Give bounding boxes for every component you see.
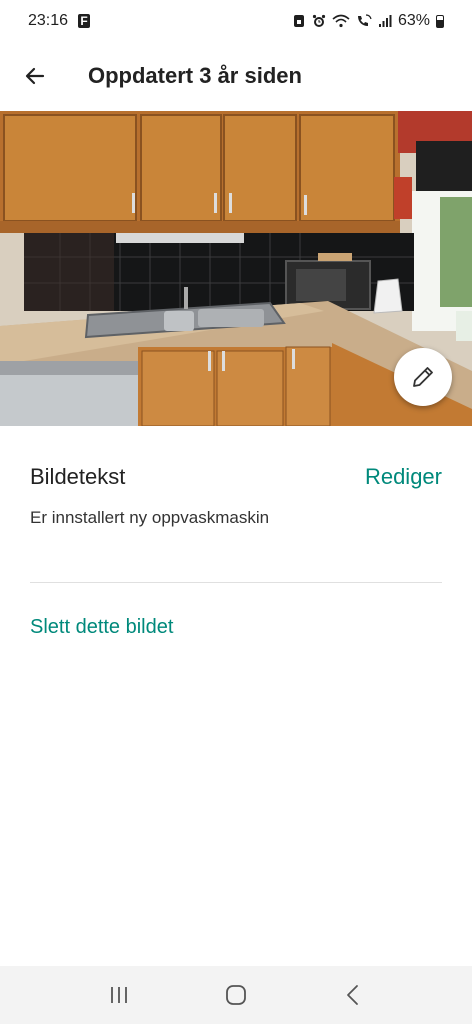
back-icon: [347, 985, 359, 1005]
back-button[interactable]: [13, 54, 57, 98]
home-button[interactable]: [212, 971, 260, 1019]
arrow-back-icon: [25, 67, 45, 85]
status-bar: 23:16 F 63%: [0, 0, 472, 42]
status-left: 23:16 F: [28, 12, 91, 30]
signal-icon: [378, 15, 392, 27]
caption-title: Bildetekst: [30, 464, 126, 489]
sim-icon: [293, 15, 304, 27]
edit-caption-button[interactable]: Rediger: [365, 464, 442, 490]
status-right: 63%: [292, 12, 444, 30]
system-back-button[interactable]: [329, 971, 377, 1019]
home-icon: [226, 985, 246, 1005]
system-nav-bar: [0, 966, 472, 1024]
wifi-calling-icon: [357, 14, 372, 26]
pencil-icon: [413, 367, 433, 387]
edit-photo-button[interactable]: [394, 348, 452, 406]
divider: [30, 582, 442, 583]
battery-percent: 63%: [397, 12, 430, 29]
recent-apps-icon: [110, 987, 127, 1003]
screen: 23:16 F 63% Oppdatert 3 år siden Bildete…: [0, 0, 472, 1024]
status-time: 23:16: [28, 12, 69, 29]
delete-photo-link[interactable]: Slett dette bildet: [30, 616, 173, 639]
app-bar: Oppdatert 3 år siden: [0, 42, 472, 110]
caption-header: Bildetekst Rediger: [30, 464, 442, 490]
wifi-icon: [332, 14, 350, 28]
f-app-icon: F: [78, 14, 91, 28]
recent-apps-button[interactable]: [95, 971, 143, 1019]
battery-icon: [436, 14, 444, 28]
page-title: Oppdatert 3 år siden: [88, 63, 302, 88]
alarm-icon: [312, 14, 326, 27]
caption-text: Er innstallert ny oppvaskmaskin: [30, 508, 270, 527]
